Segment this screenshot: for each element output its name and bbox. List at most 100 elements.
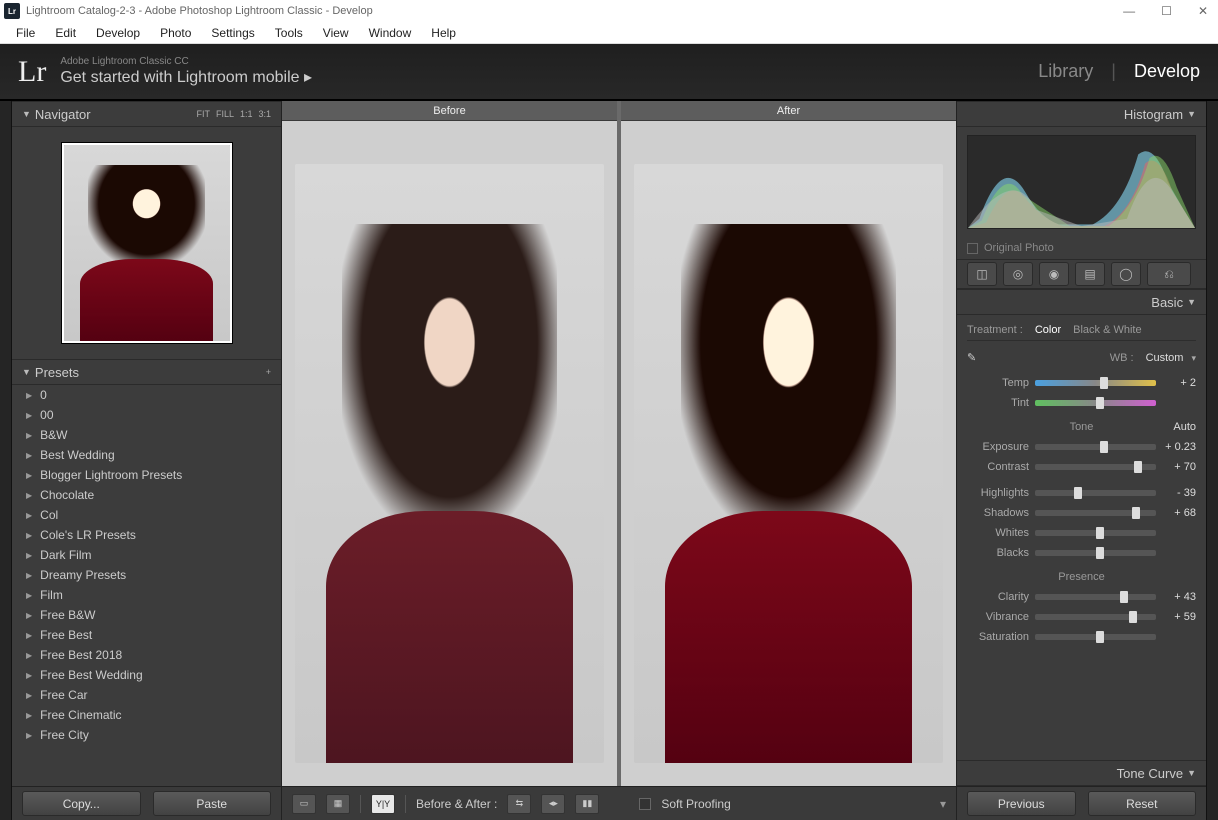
tone-curve-header[interactable]: Tone Curve ▼ [957,760,1206,786]
preset-folder[interactable]: ▶Chocolate [12,485,281,505]
slider-vibrance[interactable]: Vibrance+ 59 [967,607,1196,627]
menu-settings[interactable]: Settings [201,24,264,42]
slider-track[interactable] [1035,634,1156,640]
menu-develop[interactable]: Develop [86,24,150,42]
preset-folder[interactable]: ▶Best Wedding [12,445,281,465]
brush-tool-button[interactable]: ⎌ [1147,262,1191,286]
menu-window[interactable]: Window [359,24,422,42]
menu-tools[interactable]: Tools [265,24,313,42]
slider-knob[interactable] [1096,631,1104,643]
nav-zoom-1to1[interactable]: 1:1 [240,109,253,119]
copy-after-button[interactable]: ▮▮ [575,794,599,814]
slider-highlights[interactable]: Highlights- 39 [967,483,1196,503]
slider-knob[interactable] [1096,547,1104,559]
window-close-button[interactable]: ✕ [1192,4,1214,18]
slider-knob[interactable] [1096,527,1104,539]
eyedropper-icon[interactable]: ✎ [967,351,981,365]
navigator-preview[interactable] [12,127,281,359]
preset-folder[interactable]: ▶Free City [12,725,281,745]
preset-folder[interactable]: ▶Free Best 2018 [12,645,281,665]
menu-photo[interactable]: Photo [150,24,201,42]
preset-folder[interactable]: ▶Free B&W [12,605,281,625]
module-library[interactable]: Library [1038,61,1093,82]
before-after-yy-button[interactable]: Y|Y [371,794,395,814]
swap-button[interactable]: ⇆ [507,794,531,814]
after-view[interactable]: After [621,101,956,786]
grad-filter-button[interactable]: ▤ [1075,262,1105,286]
spot-tool-button[interactable]: ◎ [1003,262,1033,286]
slider-temp[interactable]: Temp+ 2 [967,373,1196,393]
loupe-view-button[interactable]: ▭ [292,794,316,814]
window-minimize-button[interactable]: — [1117,4,1141,18]
preset-folder[interactable]: ▶B&W [12,425,281,445]
slider-knob[interactable] [1096,397,1104,409]
redeye-tool-button[interactable]: ◉ [1039,262,1069,286]
nav-zoom-fill[interactable]: FILL [216,109,234,119]
preset-folder[interactable]: ▶Cole's LR Presets [12,525,281,545]
treatment-bw[interactable]: Black & White [1073,324,1141,336]
window-maximize-button[interactable]: ☐ [1155,4,1178,18]
slider-track[interactable] [1035,550,1156,556]
original-photo-toggle[interactable]: Original Photo [957,237,1206,259]
radial-filter-button[interactable]: ◯ [1111,262,1141,286]
soft-proofing-checkbox[interactable] [639,798,651,810]
wb-dropdown-icon[interactable]: ▾ [1191,353,1196,364]
before-view[interactable]: Before [282,101,617,786]
reset-button[interactable]: Reset [1088,791,1197,816]
navigator-header[interactable]: ▼ Navigator FIT FILL 1:1 3:1 [12,101,281,127]
preset-folder[interactable]: ▶Free Best Wedding [12,665,281,685]
slider-track[interactable] [1035,510,1156,516]
slider-track[interactable] [1035,400,1156,406]
menu-view[interactable]: View [313,24,359,42]
slider-value[interactable]: + 2 [1162,377,1196,389]
slider-saturation[interactable]: Saturation [967,627,1196,647]
slider-knob[interactable] [1129,611,1137,623]
slider-track[interactable] [1035,594,1156,600]
preset-folder[interactable]: ▶0 [12,385,281,405]
left-edge-collapse[interactable] [0,101,12,820]
preset-folder[interactable]: ▶Free Car [12,685,281,705]
preset-folder[interactable]: ▶Dreamy Presets [12,565,281,585]
presets-add-button[interactable]: + [266,367,271,377]
slider-value[interactable]: + 68 [1162,507,1196,519]
slider-whites[interactable]: Whites [967,523,1196,543]
slider-value[interactable]: + 0.23 [1162,441,1196,453]
slider-knob[interactable] [1100,377,1108,389]
module-develop[interactable]: Develop [1134,61,1200,82]
slider-value[interactable]: + 70 [1162,461,1196,473]
slider-track[interactable] [1035,444,1156,450]
basic-header[interactable]: Basic ▼ [957,289,1206,315]
crop-tool-button[interactable]: ◫ [967,262,997,286]
slider-track[interactable] [1035,490,1156,496]
preset-folder[interactable]: ▶00 [12,405,281,425]
slider-knob[interactable] [1100,441,1108,453]
loupe-grid-button[interactable]: ▦ [326,794,350,814]
nav-zoom-custom[interactable]: 3:1 [258,109,271,119]
preset-folder[interactable]: ▶Free Best [12,625,281,645]
nav-zoom-fit[interactable]: FIT [196,109,210,119]
slider-exposure[interactable]: Exposure+ 0.23 [967,437,1196,457]
histogram-header[interactable]: Histogram ▼ [957,101,1206,127]
toolbar-menu-icon[interactable]: ▾ [940,797,946,811]
menu-file[interactable]: File [6,24,45,42]
slider-shadows[interactable]: Shadows+ 68 [967,503,1196,523]
preset-folder[interactable]: ▶Blogger Lightroom Presets [12,465,281,485]
preset-folder[interactable]: ▶Col [12,505,281,525]
preset-folder[interactable]: ▶Dark Film [12,545,281,565]
slider-blacks[interactable]: Blacks [967,543,1196,563]
slider-clarity[interactable]: Clarity+ 43 [967,587,1196,607]
menu-help[interactable]: Help [421,24,466,42]
copy-before-button[interactable]: ◂▸ [541,794,565,814]
preset-folder[interactable]: ▶Free Cinematic [12,705,281,725]
treatment-color[interactable]: Color [1035,324,1061,336]
slider-value[interactable]: + 43 [1162,591,1196,603]
wb-value[interactable]: Custom [1146,352,1184,364]
slider-knob[interactable] [1134,461,1142,473]
paste-button[interactable]: Paste [153,791,272,816]
slider-knob[interactable] [1132,507,1140,519]
slider-knob[interactable] [1120,591,1128,603]
slider-value[interactable]: + 59 [1162,611,1196,623]
auto-tone-button[interactable]: Auto [1173,421,1196,433]
menu-edit[interactable]: Edit [45,24,86,42]
previous-button[interactable]: Previous [967,791,1076,816]
